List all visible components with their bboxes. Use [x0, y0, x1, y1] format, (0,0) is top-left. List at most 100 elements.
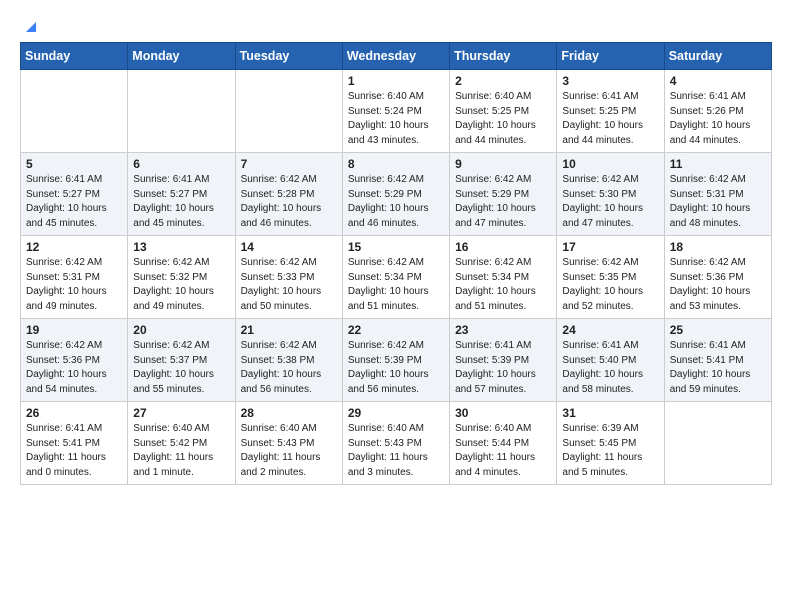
calendar-cell: 23 Sunrise: 6:41 AM Sunset: 5:39 PM Dayli… [450, 319, 557, 402]
day-info: Sunrise: 6:41 AM Sunset: 5:41 PM Dayligh… [670, 339, 766, 397]
weekday-header-sunday: Sunday [21, 43, 128, 70]
day-info: Sunrise: 6:42 AM Sunset: 5:37 PM Dayligh… [133, 339, 229, 397]
day-info: Sunrise: 6:42 AM Sunset: 5:28 PM Dayligh… [241, 173, 337, 231]
logo [20, 18, 40, 32]
calendar-week-row: 19 Sunrise: 6:42 AM Sunset: 5:36 PM Dayli… [21, 319, 772, 402]
day-number: 23 [455, 323, 551, 337]
calendar-cell: 30Sunrise: 6:40 AM Sunset: 5:44 PM Dayli… [450, 402, 557, 485]
day-info: Sunrise: 6:40 AM Sunset: 5:43 PM Dayligh… [241, 422, 337, 480]
day-info: Sunrise: 6:42 AM Sunset: 5:29 PM Dayligh… [348, 173, 444, 231]
weekday-header-saturday: Saturday [664, 43, 771, 70]
day-number: 24 [562, 323, 658, 337]
day-info: Sunrise: 6:41 AM Sunset: 5:27 PM Dayligh… [133, 173, 229, 231]
calendar-cell [21, 70, 128, 153]
day-number: 11 [670, 157, 766, 171]
day-number: 13 [133, 240, 229, 254]
day-info: Sunrise: 6:42 AM Sunset: 5:31 PM Dayligh… [26, 256, 122, 314]
day-number: 22 [348, 323, 444, 337]
day-number: 17 [562, 240, 658, 254]
day-info: Sunrise: 6:42 AM Sunset: 5:29 PM Dayligh… [455, 173, 551, 231]
weekday-header-tuesday: Tuesday [235, 43, 342, 70]
day-number: 9 [455, 157, 551, 171]
day-number: 12 [26, 240, 122, 254]
day-info: Sunrise: 6:42 AM Sunset: 5:33 PM Dayligh… [241, 256, 337, 314]
calendar-cell [128, 70, 235, 153]
calendar-cell: 16 Sunrise: 6:42 AM Sunset: 5:34 PM Dayli… [450, 236, 557, 319]
day-info: Sunrise: 6:39 AM Sunset: 5:45 PM Dayligh… [562, 422, 658, 480]
day-info: Sunrise: 6:40 AM Sunset: 5:42 PM Dayligh… [133, 422, 229, 480]
calendar-cell: 17 Sunrise: 6:42 AM Sunset: 5:35 PM Dayli… [557, 236, 664, 319]
day-info: Sunrise: 6:42 AM Sunset: 5:34 PM Dayligh… [348, 256, 444, 314]
day-number: 26 [26, 406, 122, 420]
day-info: Sunrise: 6:42 AM Sunset: 5:35 PM Dayligh… [562, 256, 658, 314]
day-info: Sunrise: 6:42 AM Sunset: 5:32 PM Dayligh… [133, 256, 229, 314]
day-number: 10 [562, 157, 658, 171]
calendar-cell: 29Sunrise: 6:40 AM Sunset: 5:43 PM Dayli… [342, 402, 449, 485]
day-number: 21 [241, 323, 337, 337]
day-info: Sunrise: 6:42 AM Sunset: 5:31 PM Dayligh… [670, 173, 766, 231]
logo-arrow-icon [22, 18, 40, 36]
calendar-cell: 10Sunrise: 6:42 AM Sunset: 5:30 PM Dayli… [557, 153, 664, 236]
calendar-cell: 12 Sunrise: 6:42 AM Sunset: 5:31 PM Dayli… [21, 236, 128, 319]
day-number: 1 [348, 74, 444, 88]
calendar-cell: 9 Sunrise: 6:42 AM Sunset: 5:29 PM Daylig… [450, 153, 557, 236]
calendar-cell: 8 Sunrise: 6:42 AM Sunset: 5:29 PM Daylig… [342, 153, 449, 236]
day-number: 6 [133, 157, 229, 171]
calendar-cell: 27 Sunrise: 6:40 AM Sunset: 5:42 PM Dayli… [128, 402, 235, 485]
calendar-cell: 18Sunrise: 6:42 AM Sunset: 5:36 PM Dayli… [664, 236, 771, 319]
day-number: 25 [670, 323, 766, 337]
day-number: 5 [26, 157, 122, 171]
day-number: 27 [133, 406, 229, 420]
calendar-cell: 1 Sunrise: 6:40 AM Sunset: 5:24 PM Daylig… [342, 70, 449, 153]
calendar-cell: 14 Sunrise: 6:42 AM Sunset: 5:33 PM Dayli… [235, 236, 342, 319]
calendar-cell: 22 Sunrise: 6:42 AM Sunset: 5:39 PM Dayli… [342, 319, 449, 402]
calendar-cell: 28Sunrise: 6:40 AM Sunset: 5:43 PM Dayli… [235, 402, 342, 485]
day-number: 20 [133, 323, 229, 337]
weekday-header-thursday: Thursday [450, 43, 557, 70]
day-number: 16 [455, 240, 551, 254]
day-info: Sunrise: 6:42 AM Sunset: 5:34 PM Dayligh… [455, 256, 551, 314]
calendar-cell: 6 Sunrise: 6:41 AM Sunset: 5:27 PM Daylig… [128, 153, 235, 236]
calendar-cell: 15 Sunrise: 6:42 AM Sunset: 5:34 PM Dayli… [342, 236, 449, 319]
day-number: 15 [348, 240, 444, 254]
day-number: 2 [455, 74, 551, 88]
calendar-cell: 20 Sunrise: 6:42 AM Sunset: 5:37 PM Dayli… [128, 319, 235, 402]
day-number: 14 [241, 240, 337, 254]
day-number: 4 [670, 74, 766, 88]
weekday-header-friday: Friday [557, 43, 664, 70]
day-info: Sunrise: 6:41 AM Sunset: 5:41 PM Dayligh… [26, 422, 122, 480]
day-number: 19 [26, 323, 122, 337]
calendar-table: SundayMondayTuesdayWednesdayThursdayFrid… [20, 42, 772, 485]
calendar-cell [664, 402, 771, 485]
page: SundayMondayTuesdayWednesdayThursdayFrid… [0, 0, 792, 612]
calendar-week-row: 26 Sunrise: 6:41 AM Sunset: 5:41 PM Dayli… [21, 402, 772, 485]
calendar-cell: 2Sunrise: 6:40 AM Sunset: 5:25 PM Daylig… [450, 70, 557, 153]
calendar-cell: 21 Sunrise: 6:42 AM Sunset: 5:38 PM Dayli… [235, 319, 342, 402]
calendar-cell: 7 Sunrise: 6:42 AM Sunset: 5:28 PM Daylig… [235, 153, 342, 236]
day-number: 31 [562, 406, 658, 420]
day-info: Sunrise: 6:40 AM Sunset: 5:24 PM Dayligh… [348, 90, 444, 148]
weekday-header-row: SundayMondayTuesdayWednesdayThursdayFrid… [21, 43, 772, 70]
day-number: 7 [241, 157, 337, 171]
day-number: 18 [670, 240, 766, 254]
weekday-header-monday: Monday [128, 43, 235, 70]
day-info: Sunrise: 6:41 AM Sunset: 5:39 PM Dayligh… [455, 339, 551, 397]
day-info: Sunrise: 6:40 AM Sunset: 5:44 PM Dayligh… [455, 422, 551, 480]
day-info: Sunrise: 6:41 AM Sunset: 5:27 PM Dayligh… [26, 173, 122, 231]
day-info: Sunrise: 6:42 AM Sunset: 5:39 PM Dayligh… [348, 339, 444, 397]
day-info: Sunrise: 6:42 AM Sunset: 5:38 PM Dayligh… [241, 339, 337, 397]
calendar-cell: 11 Sunrise: 6:42 AM Sunset: 5:31 PM Dayli… [664, 153, 771, 236]
calendar-week-row: 1 Sunrise: 6:40 AM Sunset: 5:24 PM Daylig… [21, 70, 772, 153]
day-info: Sunrise: 6:41 AM Sunset: 5:40 PM Dayligh… [562, 339, 658, 397]
day-info: Sunrise: 6:41 AM Sunset: 5:26 PM Dayligh… [670, 90, 766, 148]
day-info: Sunrise: 6:42 AM Sunset: 5:36 PM Dayligh… [26, 339, 122, 397]
day-info: Sunrise: 6:41 AM Sunset: 5:25 PM Dayligh… [562, 90, 658, 148]
weekday-header-wednesday: Wednesday [342, 43, 449, 70]
calendar-cell: 25 Sunrise: 6:41 AM Sunset: 5:41 PM Dayli… [664, 319, 771, 402]
day-number: 8 [348, 157, 444, 171]
calendar-cell: 3Sunrise: 6:41 AM Sunset: 5:25 PM Daylig… [557, 70, 664, 153]
calendar-week-row: 5 Sunrise: 6:41 AM Sunset: 5:27 PM Daylig… [21, 153, 772, 236]
calendar-cell: 5 Sunrise: 6:41 AM Sunset: 5:27 PM Daylig… [21, 153, 128, 236]
calendar-cell: 31 Sunrise: 6:39 AM Sunset: 5:45 PM Dayli… [557, 402, 664, 485]
day-number: 29 [348, 406, 444, 420]
